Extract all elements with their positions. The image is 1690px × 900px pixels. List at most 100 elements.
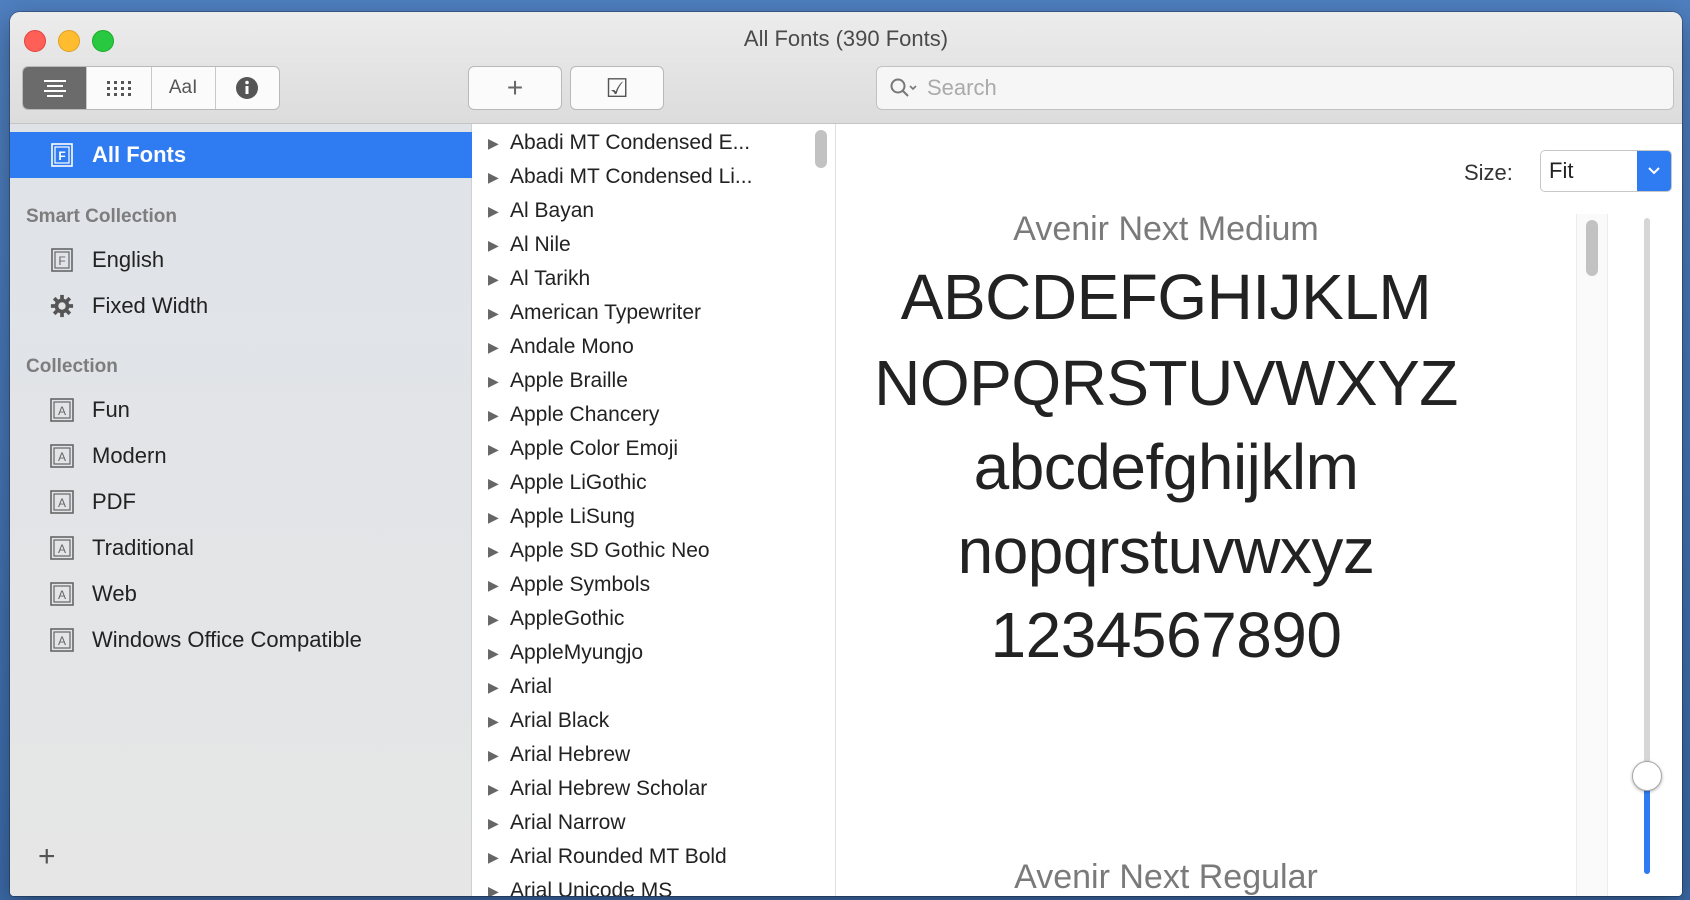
sidebar-item-label: Fixed Width [92, 293, 209, 318]
search-input[interactable] [927, 75, 1673, 101]
preview-digits-line: 1234567890 [990, 599, 1342, 671]
preview-scrollbar[interactable] [1586, 220, 1598, 276]
preview-uppercase-line-2: NOPQRSTUVWXYZ [874, 347, 1458, 419]
disclosure-triangle-icon[interactable]: ▶ [488, 781, 510, 798]
font-list-item-label: American Typewriter [510, 301, 702, 324]
font-list-item-label: Arial Black [510, 709, 610, 732]
add-font-button[interactable]: + [468, 66, 562, 110]
font-list-item[interactable]: ▶ Arial Unicode MS [472, 874, 835, 896]
font-list-item[interactable]: ▶ Apple Color Emoji [472, 432, 835, 466]
add-collection-button[interactable]: + [38, 840, 56, 874]
validate-font-button[interactable]: ☑ [570, 66, 664, 110]
font-list-item-label: Apple Symbols [510, 573, 651, 596]
disclosure-triangle-icon[interactable]: ▶ [488, 407, 510, 424]
font-list-item[interactable]: ▶ Arial Hebrew [472, 738, 835, 772]
view-mode-segmented-control: AaI [22, 66, 280, 110]
size-slider-knob[interactable] [1632, 760, 1662, 791]
sidebar-item-modern[interactable]: A Modern [10, 433, 472, 479]
font-list-item[interactable]: ▶ Abadi MT Condensed E... [472, 126, 835, 160]
font-list-item[interactable]: ▶ Arial Rounded MT Bold [472, 840, 835, 874]
disclosure-triangle-icon[interactable]: ▶ [488, 509, 510, 526]
disclosure-triangle-icon[interactable]: ▶ [488, 169, 510, 186]
font-collection-icon: F [50, 248, 74, 272]
font-list-item[interactable]: ▶ Arial [472, 670, 835, 704]
font-list-item[interactable]: ▶ Abadi MT Condensed Li... [472, 160, 835, 194]
search-field[interactable] [876, 66, 1674, 110]
font-list-item[interactable]: ▶ Al Bayan [472, 194, 835, 228]
svg-text:A: A [58, 542, 66, 556]
disclosure-triangle-icon[interactable]: ▶ [488, 135, 510, 152]
font-list-item-label: Arial Unicode MS [510, 879, 673, 896]
disclosure-triangle-icon[interactable]: ▶ [488, 747, 510, 764]
collection-icon: A [50, 628, 74, 652]
font-list-item[interactable]: ▶ Apple Chancery [472, 398, 835, 432]
font-list-item[interactable]: ▶ American Typewriter [472, 296, 835, 330]
font-list-item[interactable]: ▶ Arial Hebrew Scholar [472, 772, 835, 806]
info-view-button[interactable] [216, 67, 279, 109]
sample-view-button[interactable] [23, 67, 88, 109]
font-list-item[interactable]: ▶ AppleMyungjo [472, 636, 835, 670]
disclosure-triangle-icon[interactable]: ▶ [488, 543, 510, 560]
disclosure-triangle-icon[interactable]: ▶ [488, 815, 510, 832]
sidebar-item-pdf[interactable]: A PDF [10, 479, 472, 525]
sidebar-item-web[interactable]: A Web [10, 571, 472, 617]
collection-heading: Collection [26, 356, 118, 377]
font-list-item[interactable]: ▶ AppleGothic [472, 602, 835, 636]
sidebar-item-fixed-width[interactable]: Fixed Width [10, 283, 472, 329]
font-list-item[interactable]: ▶ Al Nile [472, 228, 835, 262]
sidebar-item-traditional[interactable]: A Traditional [10, 525, 472, 571]
preview-font-name: Avenir Next Medium [1013, 210, 1319, 248]
font-list-item[interactable]: ▶ Al Tarikh [472, 262, 835, 296]
disclosure-triangle-icon[interactable]: ▶ [488, 645, 510, 662]
size-value: Fit [1549, 158, 1574, 183]
collection-icon: A [50, 444, 74, 468]
disclosure-triangle-icon[interactable]: ▶ [488, 577, 510, 594]
grid-view-button[interactable] [87, 67, 152, 109]
sidebar-item-windows-office-compatible[interactable]: A Windows Office Compatible [10, 617, 472, 663]
svg-text:A: A [58, 450, 66, 464]
font-list-item[interactable]: ▶ Apple Symbols [472, 568, 835, 602]
disclosure-triangle-icon[interactable]: ▶ [488, 441, 510, 458]
disclosure-triangle-icon[interactable]: ▶ [488, 849, 510, 866]
disclosure-triangle-icon[interactable]: ▶ [488, 339, 510, 356]
sidebar-item-label: PDF [92, 489, 136, 514]
disclosure-triangle-icon[interactable]: ▶ [488, 305, 510, 322]
font-list-item[interactable]: ▶ Andale Mono [472, 330, 835, 364]
custom-text-view-button[interactable]: AaI [152, 67, 216, 109]
font-list-item-label: Apple LiGothic [510, 471, 647, 494]
font-list-item-label: Apple LiSung [510, 505, 635, 528]
disclosure-triangle-icon[interactable]: ▶ [488, 373, 510, 390]
preview-uppercase-line-1: ABCDEFGHIJKLM [900, 261, 1432, 333]
preview-scroll-track [1576, 214, 1608, 896]
font-list-item[interactable]: ▶ Apple SD Gothic Neo [472, 534, 835, 568]
disclosure-triangle-icon[interactable]: ▶ [488, 475, 510, 492]
sidebar-item-fun[interactable]: A Fun [10, 387, 472, 433]
titlebar: All Fonts (390 Fonts) AaI + ☑ Search [10, 12, 1682, 124]
lines-icon [43, 80, 66, 97]
sidebar-item-all-fonts[interactable]: F All Fonts [10, 132, 472, 178]
font-list-item[interactable]: ▶ Arial Black [472, 704, 835, 738]
font-list-item-label: Arial Narrow [510, 811, 626, 834]
font-list-item-label: Arial Rounded MT Bold [510, 845, 727, 868]
disclosure-triangle-icon[interactable]: ▶ [488, 679, 510, 696]
font-list-scrollbar[interactable] [815, 130, 827, 168]
disclosure-triangle-icon[interactable]: ▶ [488, 203, 510, 220]
sidebar-item-english[interactable]: F English [10, 237, 472, 283]
font-list-item-label: Apple Color Emoji [510, 437, 679, 460]
font-list-item[interactable]: ▶ Apple LiSung [472, 500, 835, 534]
font-preview-pane: Size: Fit Avenir Next Medium ABCDEFGHIJK… [836, 124, 1682, 896]
font-list-item[interactable]: ▶ Apple LiGothic [472, 466, 835, 500]
font-list-item[interactable]: ▶ Apple Braille [472, 364, 835, 398]
size-dropdown[interactable]: Fit [1540, 150, 1672, 192]
info-icon [236, 77, 259, 99]
disclosure-triangle-icon[interactable]: ▶ [488, 611, 510, 628]
font-list-item-label: Arial [510, 675, 553, 698]
svg-text:A: A [58, 588, 66, 602]
disclosure-triangle-icon[interactable]: ▶ [488, 271, 510, 288]
sidebar-item-label: Modern [92, 443, 167, 468]
custom-text-label: AaI [168, 77, 198, 98]
font-list-item[interactable]: ▶ Arial Narrow [472, 806, 835, 840]
disclosure-triangle-icon[interactable]: ▶ [488, 713, 510, 730]
disclosure-triangle-icon[interactable]: ▶ [488, 883, 510, 897]
disclosure-triangle-icon[interactable]: ▶ [488, 237, 510, 254]
